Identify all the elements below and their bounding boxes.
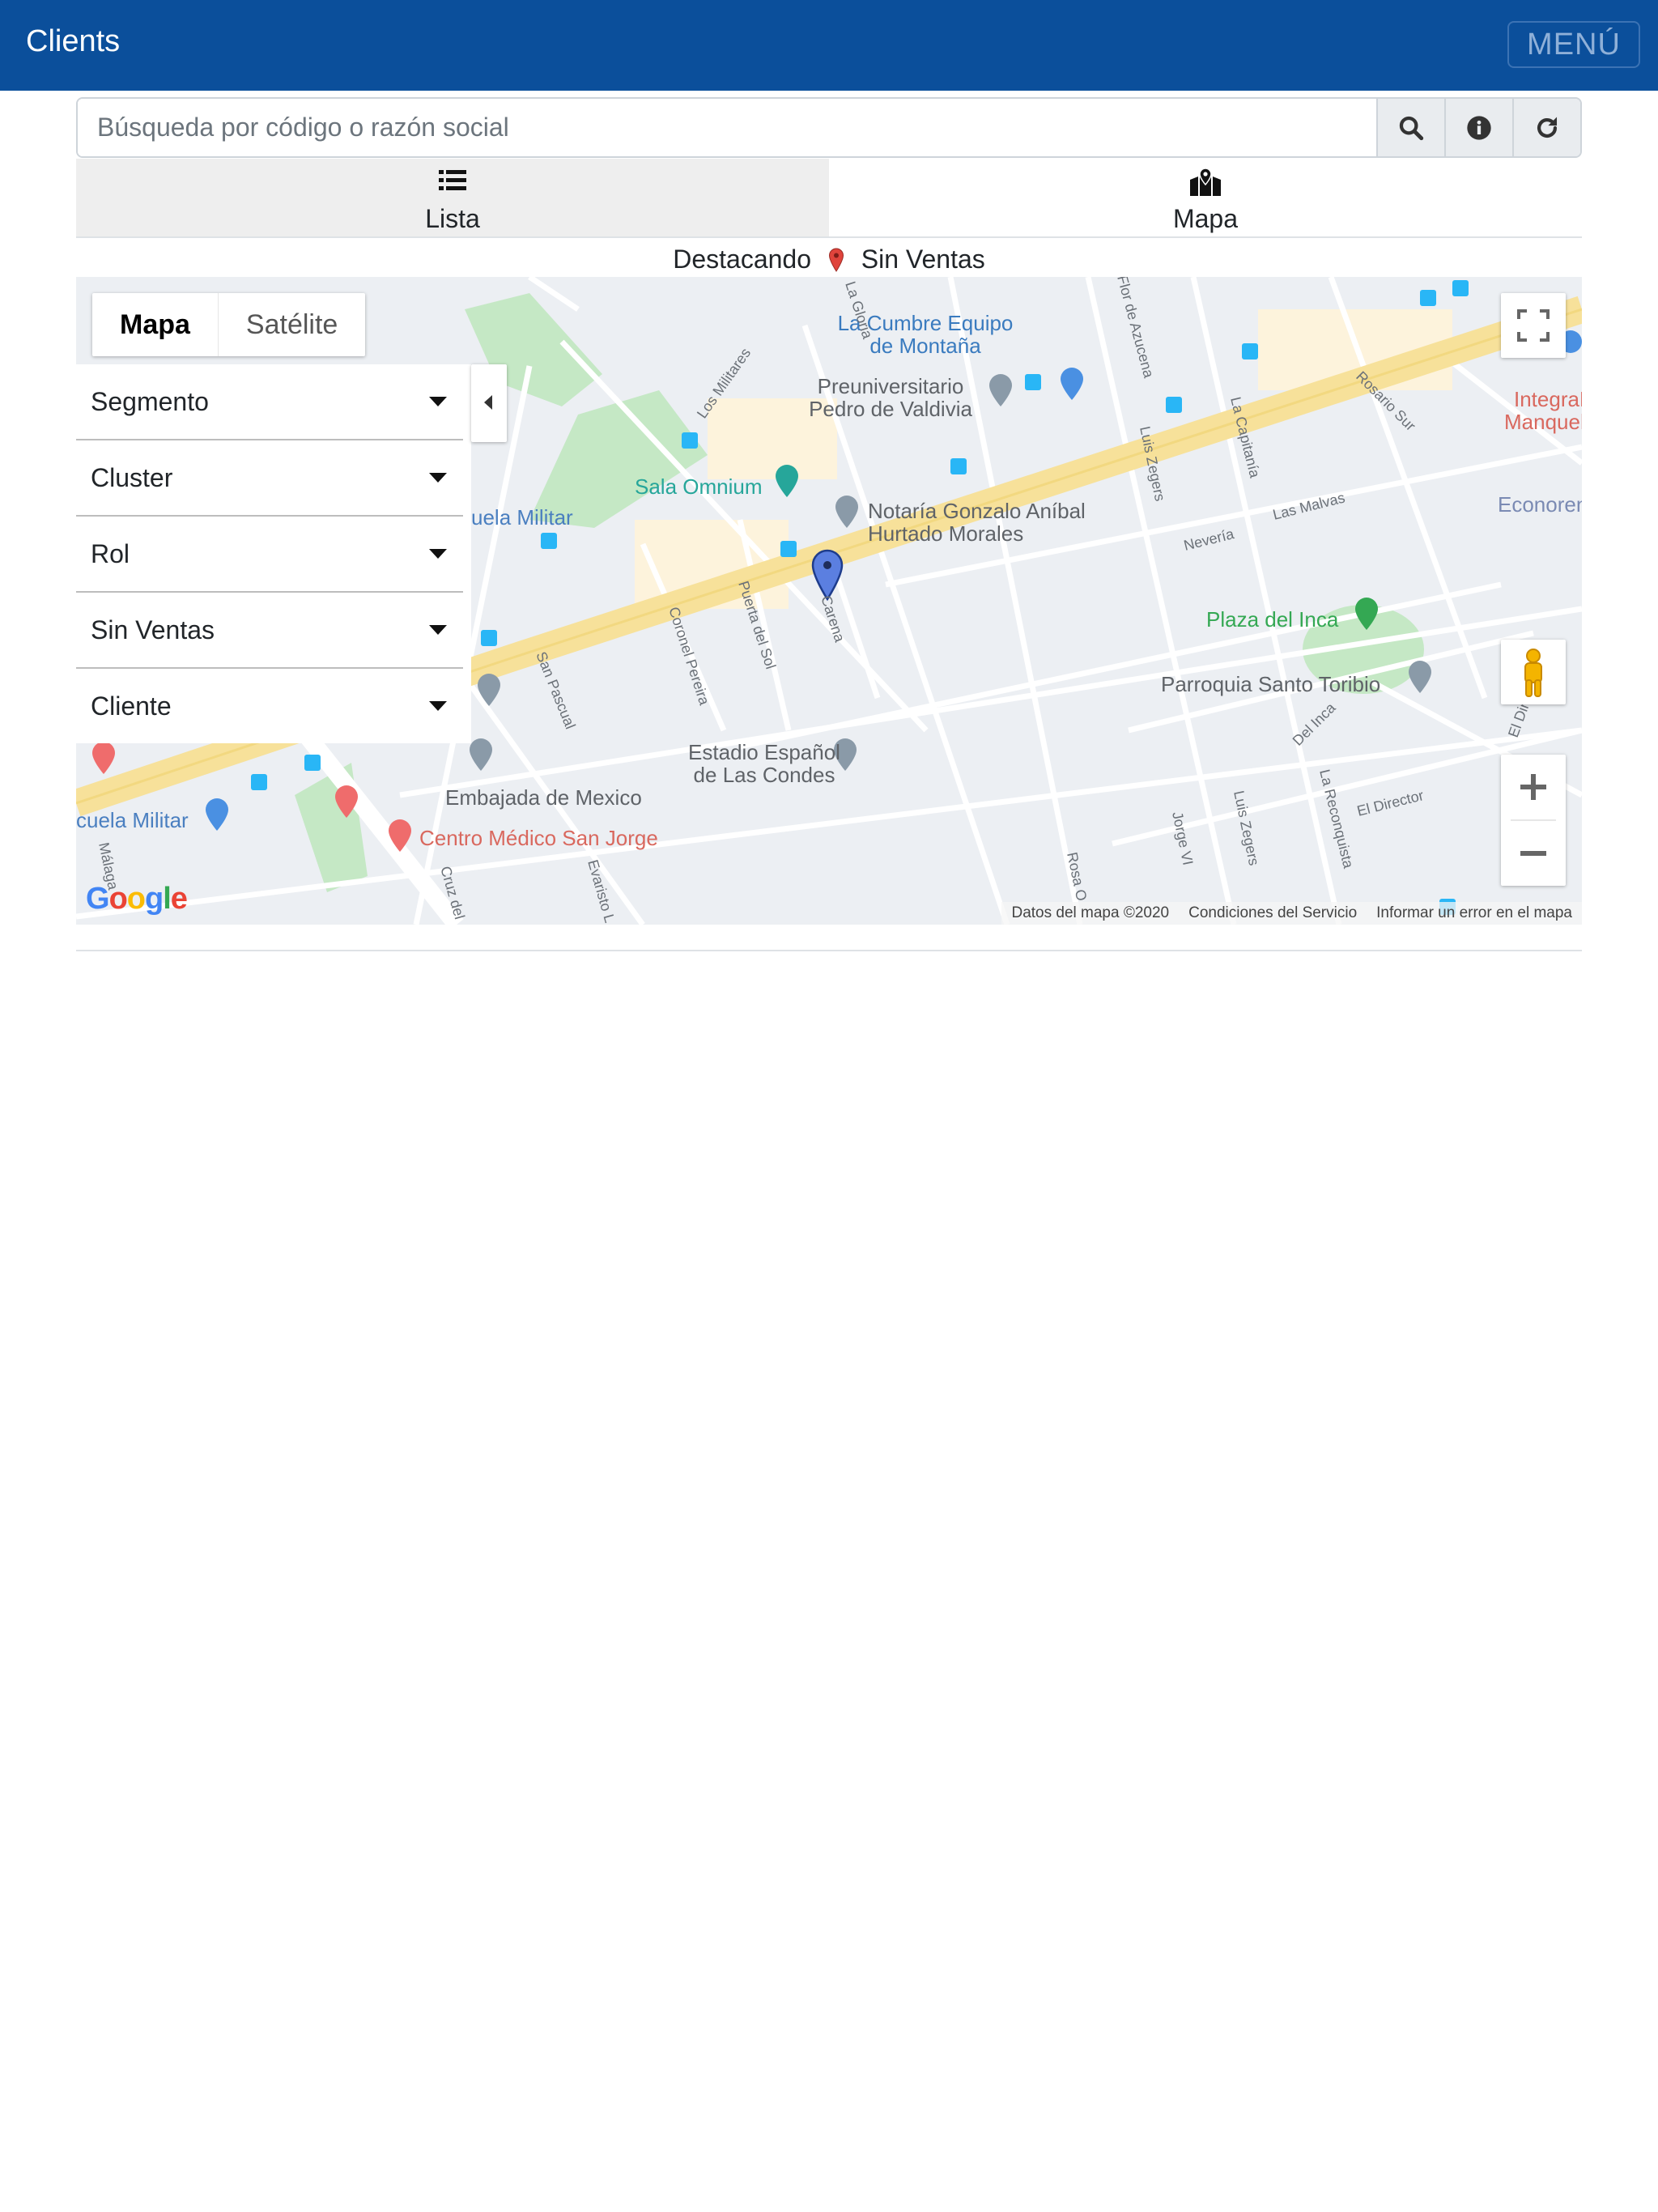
zoom-control (1501, 755, 1566, 886)
svg-text:Pedro de Valdivia: Pedro de Valdivia (809, 397, 972, 421)
info-button[interactable] (1444, 99, 1512, 156)
svg-text:de Montaña: de Montaña (869, 334, 981, 358)
list-icon (439, 170, 466, 190)
svg-text:Plaza del Inca: Plaza del Inca (1206, 607, 1339, 632)
filter-label: Cluster (91, 462, 173, 492)
caret-down-icon (429, 625, 447, 635)
refresh-icon (1537, 117, 1558, 138)
pegman-icon (1524, 649, 1542, 697)
refresh-button[interactable] (1512, 99, 1580, 156)
tab-mapa-label: Mapa (1172, 204, 1239, 233)
highlight-label: Sin Ventas (861, 245, 985, 274)
terms-link[interactable]: Condiciones del Servicio (1188, 904, 1357, 922)
google-logo: Google (86, 882, 188, 916)
map-marked-icon (1190, 168, 1221, 196)
search-button[interactable] (1376, 99, 1444, 156)
svg-text:Econorent C: Econorent C (1498, 492, 1582, 517)
filter-panel: Segmento Cluster Rol Sin Ventas Cliente (76, 364, 471, 743)
caret-down-icon (429, 473, 447, 483)
filter-rol[interactable]: Rol (76, 517, 463, 593)
search-input[interactable] (78, 99, 1376, 156)
caret-down-icon (429, 549, 447, 559)
zoom-out-button[interactable] (1501, 821, 1566, 886)
svg-text:Estadio Español: Estadio Español (688, 740, 840, 764)
highlight-prefix: Destacando (673, 245, 811, 274)
svg-text:Embajada de Mexico: Embajada de Mexico (445, 785, 642, 810)
page-title: Clients (26, 24, 121, 58)
svg-text:Sala Omnium: Sala Omnium (635, 474, 763, 499)
app-header: Clients MENÚ (0, 0, 1658, 91)
svg-text:Centro Médico San Jorge: Centro Médico San Jorge (419, 826, 658, 850)
tab-mapa[interactable]: Mapa (829, 159, 1582, 236)
plus-icon (1520, 774, 1546, 800)
map-type-mapa-button[interactable]: Mapa (92, 293, 219, 356)
filter-segmento[interactable]: Segmento (76, 364, 463, 440)
tabs-divider (76, 236, 1582, 238)
filter-label: Segmento (91, 386, 209, 416)
map-type-control: Mapa Satélite (92, 293, 366, 356)
filter-label: Sin Ventas (91, 615, 215, 644)
content-divider (76, 950, 1582, 951)
caret-left-icon (484, 395, 492, 410)
highlight-legend: Destacando Sin Ventas (0, 243, 1658, 274)
svg-text:uela Militar: uela Militar (471, 505, 573, 530)
map-attribution: Datos del mapa ©2020 Condiciones del Ser… (1001, 902, 1582, 925)
report-error-link[interactable]: Informar un error en el mapa (1376, 904, 1572, 922)
caret-down-icon (429, 397, 447, 406)
zoom-in-button[interactable] (1501, 755, 1566, 819)
map-view[interactable]: La Cumbre Equipo de Montaña Preuniversit… (76, 277, 1582, 925)
svg-text:de Las Condes: de Las Condes (694, 763, 835, 787)
svg-text:IntegraMédica: IntegraMédica (1514, 387, 1582, 411)
tab-lista[interactable]: Lista (76, 159, 829, 236)
filter-label: Rol (91, 538, 130, 568)
svg-text:Parroquia Santo Toribio: Parroquia Santo Toribio (1161, 672, 1380, 696)
menu-button[interactable]: MENÚ (1507, 21, 1640, 68)
info-icon (1467, 115, 1491, 140)
fullscreen-icon (1517, 309, 1550, 342)
red-pin-icon (828, 248, 844, 272)
svg-text:Notaría Gonzalo Aníbal: Notaría Gonzalo Aníbal (868, 499, 1086, 523)
fullscreen-button[interactable] (1501, 293, 1566, 358)
tab-lista-label: Lista (425, 204, 480, 233)
svg-text:Manquehue: Manquehue (1504, 410, 1582, 434)
search-bar (76, 97, 1582, 158)
minus-icon (1520, 851, 1546, 856)
map-type-satellite-button[interactable]: Satélite (219, 293, 365, 356)
search-icon (1399, 116, 1424, 140)
svg-text:cuela Militar: cuela Militar (76, 808, 189, 832)
svg-text:Hurtado Morales: Hurtado Morales (868, 521, 1023, 546)
filter-cluster[interactable]: Cluster (76, 440, 463, 517)
map-data-credit: Datos del mapa ©2020 (1011, 904, 1170, 921)
svg-text:Preuniversitario: Preuniversitario (818, 374, 964, 398)
caret-down-icon (429, 701, 447, 711)
collapse-panel-button[interactable] (471, 364, 507, 442)
filter-cliente[interactable]: Cliente (76, 669, 463, 743)
filter-sin-ventas[interactable]: Sin Ventas (76, 593, 463, 669)
filter-label: Cliente (91, 691, 172, 721)
street-view-pegman[interactable] (1501, 640, 1566, 704)
